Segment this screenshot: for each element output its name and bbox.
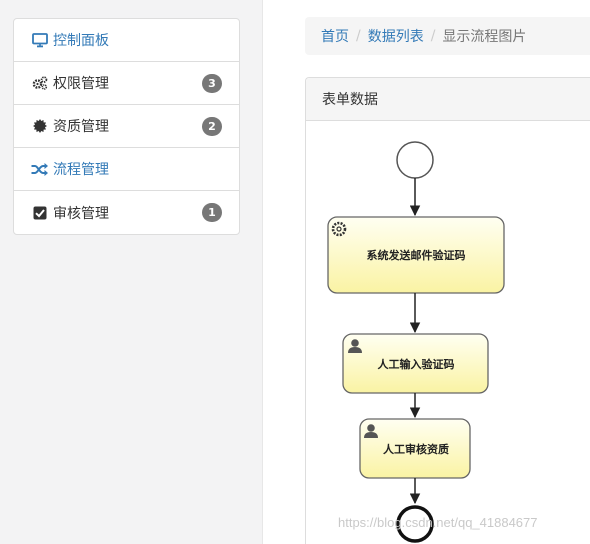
sidebar-item-label: 权限管理 — [53, 76, 109, 92]
sidebar-item-workflow[interactable]: 流程管理 — [14, 148, 239, 191]
process-diagram: 系统发送邮件验证码 人工输入验证码 人工审核资质 — [327, 141, 505, 543]
task-label: 人工审核资质 — [383, 442, 449, 456]
task-label: 系统发送邮件验证码 — [367, 248, 466, 262]
sidebar-item-label: 流程管理 — [53, 162, 109, 178]
watermark-text: https://blog.csdn.net/qq_41884677 — [338, 515, 538, 530]
breadcrumb-list-link[interactable]: 数据列表 — [368, 26, 424, 46]
user-task-input-code[interactable]: 人工输入验证码 — [342, 333, 489, 394]
task-label: 人工输入验证码 — [378, 357, 455, 371]
certificate-icon — [31, 118, 48, 135]
service-task-send-email[interactable]: 系统发送邮件验证码 — [327, 216, 505, 294]
start-event — [396, 141, 434, 179]
sidebar-item-qualifications[interactable]: 资质管理 2 — [14, 105, 239, 148]
breadcrumb-separator: / — [356, 28, 361, 44]
sidebar-item-label: 控制面板 — [53, 33, 109, 49]
breadcrumb: 首页 / 数据列表 / 显示流程图片 — [305, 17, 590, 55]
count-badge: 3 — [202, 74, 222, 93]
breadcrumb-separator: / — [430, 28, 436, 44]
random-icon — [31, 161, 48, 178]
sidebar-item-label: 审核管理 — [53, 205, 109, 222]
breadcrumb-home-link[interactable]: 首页 — [321, 26, 349, 46]
user-task-review-qualification[interactable]: 人工审核资质 — [359, 418, 471, 479]
sidebar-item-dashboard[interactable]: 控制面板 — [14, 19, 239, 62]
count-badge: 2 — [202, 117, 222, 136]
left-panel: 控制面板 权限管理 3 资质管理 2 流程管理 审核管理 1 — [0, 0, 262, 544]
column-divider — [262, 0, 263, 544]
gears-icon — [31, 75, 48, 92]
sidebar-item-review[interactable]: 审核管理 1 — [14, 191, 239, 234]
breadcrumb-current: 显示流程图片 — [442, 29, 527, 45]
checkbox-icon — [31, 204, 48, 221]
panel-title-text: 表单数据 — [322, 92, 378, 108]
sidebar-item-permissions[interactable]: 权限管理 3 — [14, 62, 239, 105]
monitor-icon — [31, 32, 48, 49]
panel-title: 表单数据 — [306, 78, 590, 121]
sidebar-item-label: 资质管理 — [53, 119, 109, 135]
count-badge: 1 — [202, 203, 222, 222]
sidebar-menu: 控制面板 权限管理 3 资质管理 2 流程管理 审核管理 1 — [13, 18, 240, 235]
